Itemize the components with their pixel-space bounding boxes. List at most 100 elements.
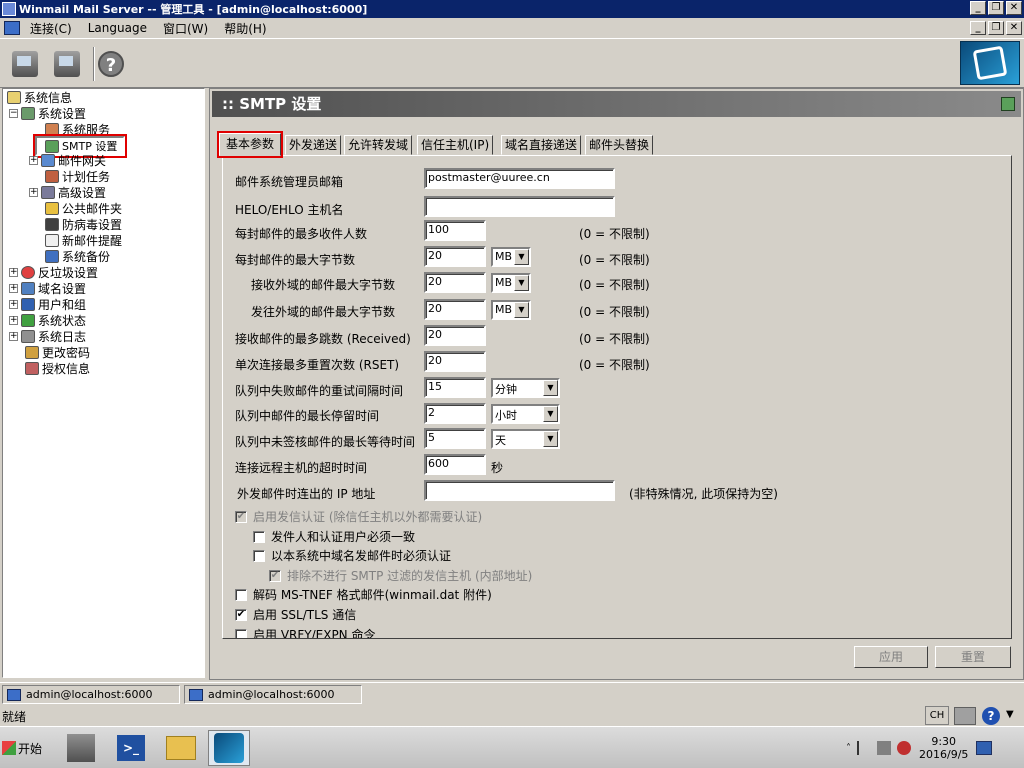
system-tray: ˄ 9:30 2016/9/5 (846, 729, 1024, 767)
menu-window[interactable]: 窗口(W) (155, 20, 216, 37)
expand-icon[interactable]: + (9, 267, 18, 277)
clock[interactable]: 9:30 2016/9/5 (919, 735, 968, 761)
auth-checkbox[interactable]: ✔ 启用发信认证 (除信任主机以外都需要认证) (235, 508, 482, 525)
chevron-down-icon[interactable]: ▼ (514, 275, 529, 291)
max-stay-unit-select[interactable]: 小时 ▼ (491, 404, 560, 424)
tree-item-new-mail-alert[interactable]: 新邮件提醒 (45, 232, 122, 248)
sender-match-checkbox[interactable]: 发件人和认证用户必须一致 (253, 528, 415, 545)
taskbar-powershell[interactable]: >_ (110, 730, 152, 766)
expand-icon[interactable]: + (29, 187, 38, 197)
max-wait-input[interactable]: 5 (424, 428, 486, 449)
menu-help[interactable]: 帮助(H) (216, 20, 274, 37)
ssl-tls-checkbox[interactable]: ✔ 启用 SSL/TLS 通信 (235, 606, 356, 623)
local-domain-auth-checkbox[interactable]: 以本系统中域名发邮件时必须认证 (253, 547, 451, 564)
helo-label: HELO/EHLO 主机名 (235, 203, 344, 217)
helo-input[interactable] (424, 196, 615, 217)
menu-language[interactable]: Language (80, 21, 155, 35)
menu-connect[interactable]: 连接(C) (22, 20, 80, 37)
taskbar-explorer[interactable] (160, 730, 202, 766)
tree-item-antispam[interactable]: + 反垃圾设置 (9, 264, 98, 280)
reset-button[interactable]: 重置 (935, 646, 1011, 668)
max-wait-unit-select[interactable]: 天 ▼ (491, 429, 560, 449)
tree-item-system-status[interactable]: + 系统状态 (9, 312, 86, 328)
doc-tab-1[interactable]: admin@localhost:6000 (2, 685, 180, 704)
max-size-out-unit-select[interactable]: MB ▼ (491, 300, 531, 320)
tree-item-system-services[interactable]: 系统服务 (45, 121, 110, 137)
max-size-input[interactable]: 20 (424, 246, 486, 267)
max-size-out-input[interactable]: 20 (424, 299, 486, 320)
tree-item-mail-gateway[interactable]: + 邮件网关 (29, 152, 106, 168)
tree-item-system-info[interactable]: 系统信息 (7, 89, 72, 105)
expand-icon[interactable]: + (9, 315, 18, 325)
taskbar-server-manager[interactable] (60, 730, 102, 766)
show-hidden-icons[interactable]: ˄ (846, 743, 851, 754)
help-button[interactable]: ? (94, 47, 128, 81)
start-button[interactable]: 开始 (2, 731, 42, 765)
max-recipients-input[interactable]: 100 (424, 220, 486, 241)
tree-item-domains[interactable]: + 域名设置 (9, 280, 86, 296)
mdi-child-icon[interactable] (4, 21, 20, 35)
decode-tnef-checkbox[interactable]: 解码 MS-TNEF 格式邮件(winmail.dat 附件) (235, 586, 492, 603)
exclude-smtp-filter-checkbox[interactable]: ✔ 排除不进行 SMTP 过滤的发信主机 (内部地址) (269, 567, 532, 584)
apply-button[interactable]: 应用 (854, 646, 928, 668)
connect-button[interactable] (8, 47, 42, 81)
expand-icon[interactable]: + (29, 155, 38, 165)
max-rset-input[interactable]: 20 (424, 351, 486, 372)
tree-item-public-folders[interactable]: 公共邮件夹 (45, 200, 122, 216)
network-icon[interactable] (877, 741, 891, 755)
retry-interval-input[interactable]: 15 (424, 377, 486, 398)
tree-item-advanced-settings[interactable]: + 高级设置 (29, 184, 106, 200)
chevron-down-icon[interactable]: ▼ (543, 431, 558, 447)
chevron-down-icon[interactable]: ▼ (514, 302, 529, 318)
tab-trusted-hosts[interactable]: 信任主机(IP) (417, 135, 494, 155)
tab-outbound-delivery[interactable]: 外发递送 (285, 135, 342, 155)
max-size-in-input[interactable]: 20 (424, 272, 486, 293)
close-button[interactable]: ✕ (1006, 1, 1022, 15)
ime-indicator[interactable]: CH (925, 706, 949, 725)
expand-icon[interactable]: + (9, 331, 18, 341)
tree-item-system-backup[interactable]: 系统备份 (45, 248, 110, 264)
admin-email-input[interactable]: postmaster@uuree.cn (424, 168, 615, 189)
keyboard-icon[interactable] (954, 707, 976, 725)
tree-item-system-settings[interactable]: − 系统设置 (9, 105, 86, 121)
chevron-down-icon[interactable]: ▼ (514, 249, 529, 265)
tree-item-license[interactable]: 授权信息 (25, 360, 90, 376)
tab-direct-delivery-domains[interactable]: 域名直接递送 (501, 135, 582, 155)
expand-icon[interactable]: + (9, 283, 18, 293)
max-hops-input[interactable]: 20 (424, 325, 486, 346)
max-size-in-unit-select[interactable]: MB ▼ (491, 273, 531, 293)
expand-icon[interactable]: + (9, 299, 18, 309)
tab-basic-params[interactable]: 基本参数 (216, 131, 284, 158)
tree-item-users-groups[interactable]: + 用户和组 (9, 296, 86, 312)
tree-item-scheduled-tasks[interactable]: 计划任务 (45, 168, 110, 184)
windows-logo-icon (2, 741, 16, 755)
child-restore-button[interactable]: ❐ (988, 21, 1004, 35)
max-stay-input[interactable]: 2 (424, 403, 486, 424)
chevron-down-icon[interactable]: ▼ (543, 406, 558, 422)
child-close-button[interactable]: ✕ (1006, 21, 1022, 35)
flag-icon[interactable] (857, 741, 871, 755)
tab-allowed-relay-domains[interactable]: 允许转发域 (344, 135, 413, 155)
help-tray-icon[interactable]: ? (982, 707, 1000, 725)
tab-header-replace[interactable]: 邮件头替换 (585, 135, 654, 155)
child-minimize-button[interactable]: _ (970, 21, 986, 35)
out-ip-input[interactable] (424, 480, 615, 501)
volume-muted-icon[interactable] (897, 741, 911, 755)
doc-tab-2[interactable]: admin@localhost:6000 (184, 685, 362, 704)
timeout-input[interactable]: 600 (424, 454, 486, 475)
retry-interval-unit-select[interactable]: 分钟 ▼ (491, 378, 560, 398)
tree-item-system-log[interactable]: + 系统日志 (9, 328, 86, 344)
license-icon (25, 361, 39, 375)
collapse-icon[interactable]: − (9, 108, 18, 118)
max-size-unit-select[interactable]: MB ▼ (491, 247, 531, 267)
taskbar-winmail[interactable] (208, 730, 250, 766)
disconnect-button[interactable] (50, 47, 84, 81)
tree-item-change-password[interactable]: 更改密码 (25, 344, 90, 360)
tree-item-antivirus[interactable]: 防病毒设置 (45, 216, 122, 232)
show-desktop-icon[interactable] (976, 741, 993, 755)
vrfy-expn-checkbox[interactable]: 启用 VRFY/EXPN 命令 (235, 626, 375, 638)
minimize-button[interactable]: _ (970, 1, 986, 15)
options-arrow-icon[interactable]: ▼ (1006, 709, 1014, 720)
chevron-down-icon[interactable]: ▼ (543, 380, 558, 396)
restore-button[interactable]: ❐ (988, 1, 1004, 15)
